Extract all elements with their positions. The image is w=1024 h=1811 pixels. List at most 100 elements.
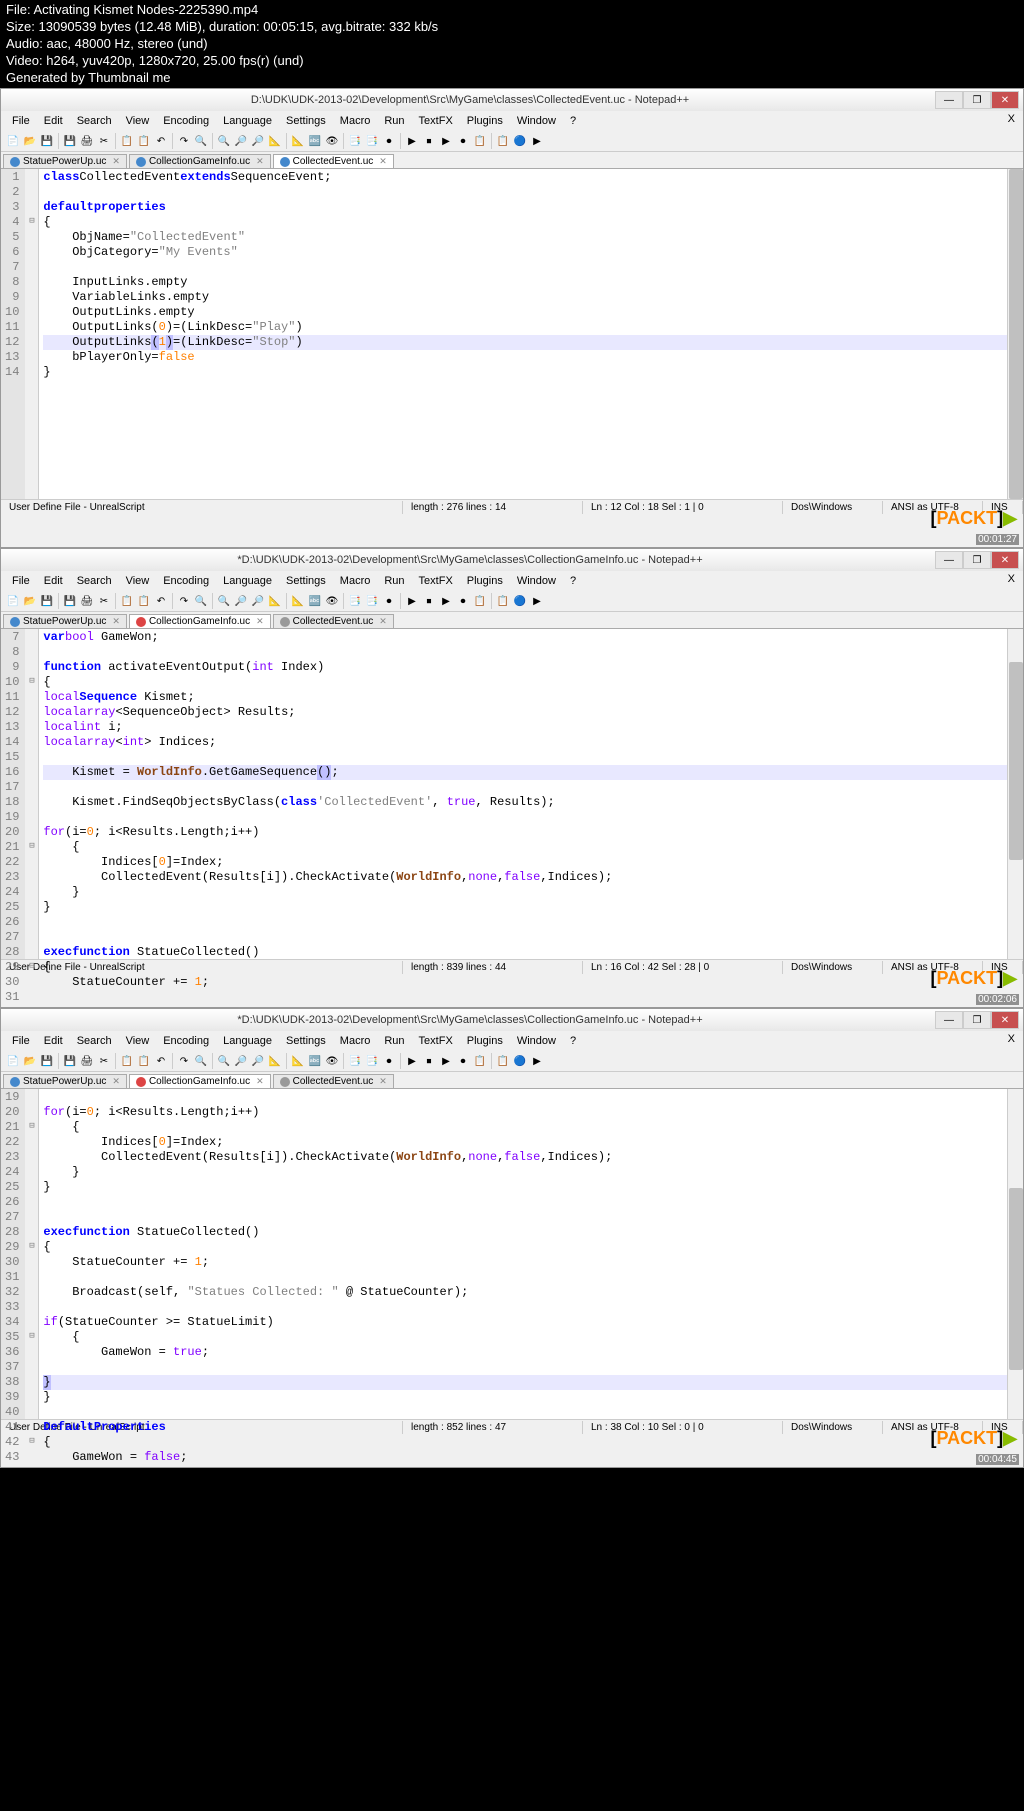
code-line-1[interactable]: class CollectedEvent extends SequenceEve… bbox=[43, 170, 1019, 185]
toolbar-button-14[interactable]: 📐 bbox=[267, 593, 283, 609]
code-line-20[interactable]: for(i=0; i<Results.Length;i++) bbox=[43, 825, 1019, 840]
tab-close-icon[interactable]: ✕ bbox=[256, 156, 264, 167]
toolbar-button-5[interactable]: ✂ bbox=[96, 593, 112, 609]
code-line-4[interactable]: { bbox=[43, 215, 1019, 230]
code-area[interactable]: var bool GameWon;function activateEventO… bbox=[39, 629, 1023, 959]
toolbar-button-2[interactable]: 💾 bbox=[39, 593, 55, 609]
toolbar-button-27[interactable]: 🔵 bbox=[512, 1053, 528, 1069]
menu-close-icon[interactable]: X bbox=[1008, 1033, 1015, 1045]
toolbar-button-2[interactable]: 💾 bbox=[39, 133, 55, 149]
toolbar-button-1[interactable]: 📂 bbox=[22, 1053, 38, 1069]
toolbar-button-8[interactable]: ↶ bbox=[153, 133, 169, 149]
toolbar-button-24[interactable]: ⏺ bbox=[455, 593, 471, 609]
code-line-27[interactable] bbox=[43, 930, 1019, 945]
toolbar-button-3[interactable]: 💾 bbox=[62, 133, 78, 149]
scrollbar-vertical[interactable] bbox=[1007, 1089, 1023, 1419]
toolbar-button-8[interactable]: ↶ bbox=[153, 593, 169, 609]
tab-close-icon[interactable]: ✕ bbox=[112, 1076, 120, 1087]
toolbar-button-3[interactable]: 💾 bbox=[62, 593, 78, 609]
tab-collectiongameinfo-uc[interactable]: CollectionGameInfo.uc✕ bbox=[129, 154, 271, 168]
tab-close-icon[interactable]: ✕ bbox=[112, 616, 120, 627]
code-line-26[interactable] bbox=[43, 915, 1019, 930]
toolbar-button-9[interactable]: ↷ bbox=[176, 133, 192, 149]
menu-plugins[interactable]: Plugins bbox=[460, 113, 510, 129]
code-line-26[interactable] bbox=[43, 1195, 1019, 1210]
scrollbar-vertical[interactable] bbox=[1007, 629, 1023, 959]
code-line-40[interactable] bbox=[43, 1405, 1019, 1420]
toolbar-button-3[interactable]: 💾 bbox=[62, 1053, 78, 1069]
maximize-button[interactable]: ❐ bbox=[963, 551, 991, 569]
fold-column[interactable]: ⊟⊟⊟ bbox=[25, 629, 39, 959]
close-button[interactable]: ✕ bbox=[991, 1011, 1019, 1029]
toolbar-button-21[interactable]: ▶ bbox=[404, 1053, 420, 1069]
code-line-14[interactable]: } bbox=[43, 365, 1019, 380]
code-area[interactable]: class CollectedEvent extends SequenceEve… bbox=[39, 169, 1023, 499]
toolbar-button-22[interactable]: ⏹ bbox=[421, 593, 437, 609]
code-line-2[interactable] bbox=[43, 185, 1019, 200]
toolbar-button-6[interactable]: 📋 bbox=[119, 1053, 135, 1069]
toolbar-button-4[interactable]: 🖨 bbox=[79, 593, 95, 609]
code-line-29[interactable]: { bbox=[43, 960, 1019, 975]
toolbar-button-4[interactable]: 🖨 bbox=[79, 133, 95, 149]
minimize-button[interactable]: — bbox=[935, 551, 963, 569]
code-line-30[interactable]: StatueCounter += 1; bbox=[43, 1255, 1019, 1270]
toolbar-button-24[interactable]: ⏺ bbox=[455, 1053, 471, 1069]
toolbar-button-22[interactable]: ⏹ bbox=[421, 133, 437, 149]
code-line-10[interactable]: { bbox=[43, 675, 1019, 690]
code-line-5[interactable]: ObjName="CollectedEvent" bbox=[43, 230, 1019, 245]
code-line-12[interactable]: local array<SequenceObject> Results; bbox=[43, 705, 1019, 720]
toolbar-button-21[interactable]: ▶ bbox=[404, 593, 420, 609]
menu-language[interactable]: Language bbox=[216, 573, 279, 589]
toolbar-button-18[interactable]: 📑 bbox=[347, 593, 363, 609]
toolbar-button-6[interactable]: 📋 bbox=[119, 133, 135, 149]
toolbar-button-15[interactable]: 📐 bbox=[290, 1053, 306, 1069]
code-line-13[interactable]: bPlayerOnly=false bbox=[43, 350, 1019, 365]
toolbar-button-23[interactable]: ▶ bbox=[438, 133, 454, 149]
toolbar-button-14[interactable]: 📐 bbox=[267, 1053, 283, 1069]
code-line-24[interactable]: } bbox=[43, 885, 1019, 900]
menu-textfx[interactable]: TextFX bbox=[412, 113, 460, 129]
menu-plugins[interactable]: Plugins bbox=[460, 1033, 510, 1049]
toolbar-button-20[interactable]: ⏺ bbox=[381, 133, 397, 149]
code-line-9[interactable]: VariableLinks.empty bbox=[43, 290, 1019, 305]
toolbar-button-19[interactable]: 📑 bbox=[364, 1053, 380, 1069]
toolbar-button-28[interactable]: ▶ bbox=[529, 133, 545, 149]
menu-window[interactable]: Window bbox=[510, 113, 563, 129]
menu-file[interactable]: File bbox=[5, 573, 37, 589]
toolbar-button-0[interactable]: 📄 bbox=[5, 593, 21, 609]
code-line-11[interactable]: OutputLinks(0)=(LinkDesc="Play") bbox=[43, 320, 1019, 335]
toolbar-button-5[interactable]: ✂ bbox=[96, 133, 112, 149]
toolbar-button-10[interactable]: 🔍 bbox=[193, 593, 209, 609]
code-line-19[interactable] bbox=[43, 1090, 1019, 1105]
toolbar-button-13[interactable]: 🔎 bbox=[250, 1053, 266, 1069]
menu-search[interactable]: Search bbox=[70, 573, 119, 589]
toolbar-button-22[interactable]: ⏹ bbox=[421, 1053, 437, 1069]
menu-edit[interactable]: Edit bbox=[37, 573, 70, 589]
menu-encoding[interactable]: Encoding bbox=[156, 1033, 216, 1049]
code-editor[interactable]: 1234567891011121314 ⊟ class CollectedEve… bbox=[1, 169, 1023, 499]
toolbar-button-14[interactable]: 📐 bbox=[267, 133, 283, 149]
toolbar-button-15[interactable]: 📐 bbox=[290, 593, 306, 609]
title-bar[interactable]: *D:\UDK\UDK-2013-02\Development\Src\MyGa… bbox=[1, 1009, 1023, 1031]
tab-collectiongameinfo-uc[interactable]: CollectionGameInfo.uc✕ bbox=[129, 1074, 271, 1088]
menu-language[interactable]: Language bbox=[216, 1033, 279, 1049]
menu-edit[interactable]: Edit bbox=[37, 1033, 70, 1049]
tab-close-icon[interactable]: ✕ bbox=[379, 1076, 387, 1087]
toolbar-button-26[interactable]: 📋 bbox=[495, 593, 511, 609]
menu-?[interactable]: ? bbox=[563, 113, 583, 129]
tab-statuepowerup-uc[interactable]: StatuePowerUp.uc✕ bbox=[3, 614, 127, 628]
toolbar-button-21[interactable]: ▶ bbox=[404, 133, 420, 149]
toolbar-button-19[interactable]: 📑 bbox=[364, 593, 380, 609]
title-bar[interactable]: D:\UDK\UDK-2013-02\Development\Src\MyGam… bbox=[1, 89, 1023, 111]
toolbar-button-1[interactable]: 📂 bbox=[22, 593, 38, 609]
code-line-8[interactable]: InputLinks.empty bbox=[43, 275, 1019, 290]
toolbar-button-0[interactable]: 📄 bbox=[5, 133, 21, 149]
code-line-31[interactable] bbox=[43, 1270, 1019, 1285]
menu-macro[interactable]: Macro bbox=[333, 573, 378, 589]
toolbar-button-8[interactable]: ↶ bbox=[153, 1053, 169, 1069]
toolbar-button-5[interactable]: ✂ bbox=[96, 1053, 112, 1069]
toolbar-button-20[interactable]: ⏺ bbox=[381, 593, 397, 609]
tab-close-icon[interactable]: ✕ bbox=[379, 156, 387, 167]
toolbar-button-25[interactable]: 📋 bbox=[472, 133, 488, 149]
menu-search[interactable]: Search bbox=[70, 113, 119, 129]
